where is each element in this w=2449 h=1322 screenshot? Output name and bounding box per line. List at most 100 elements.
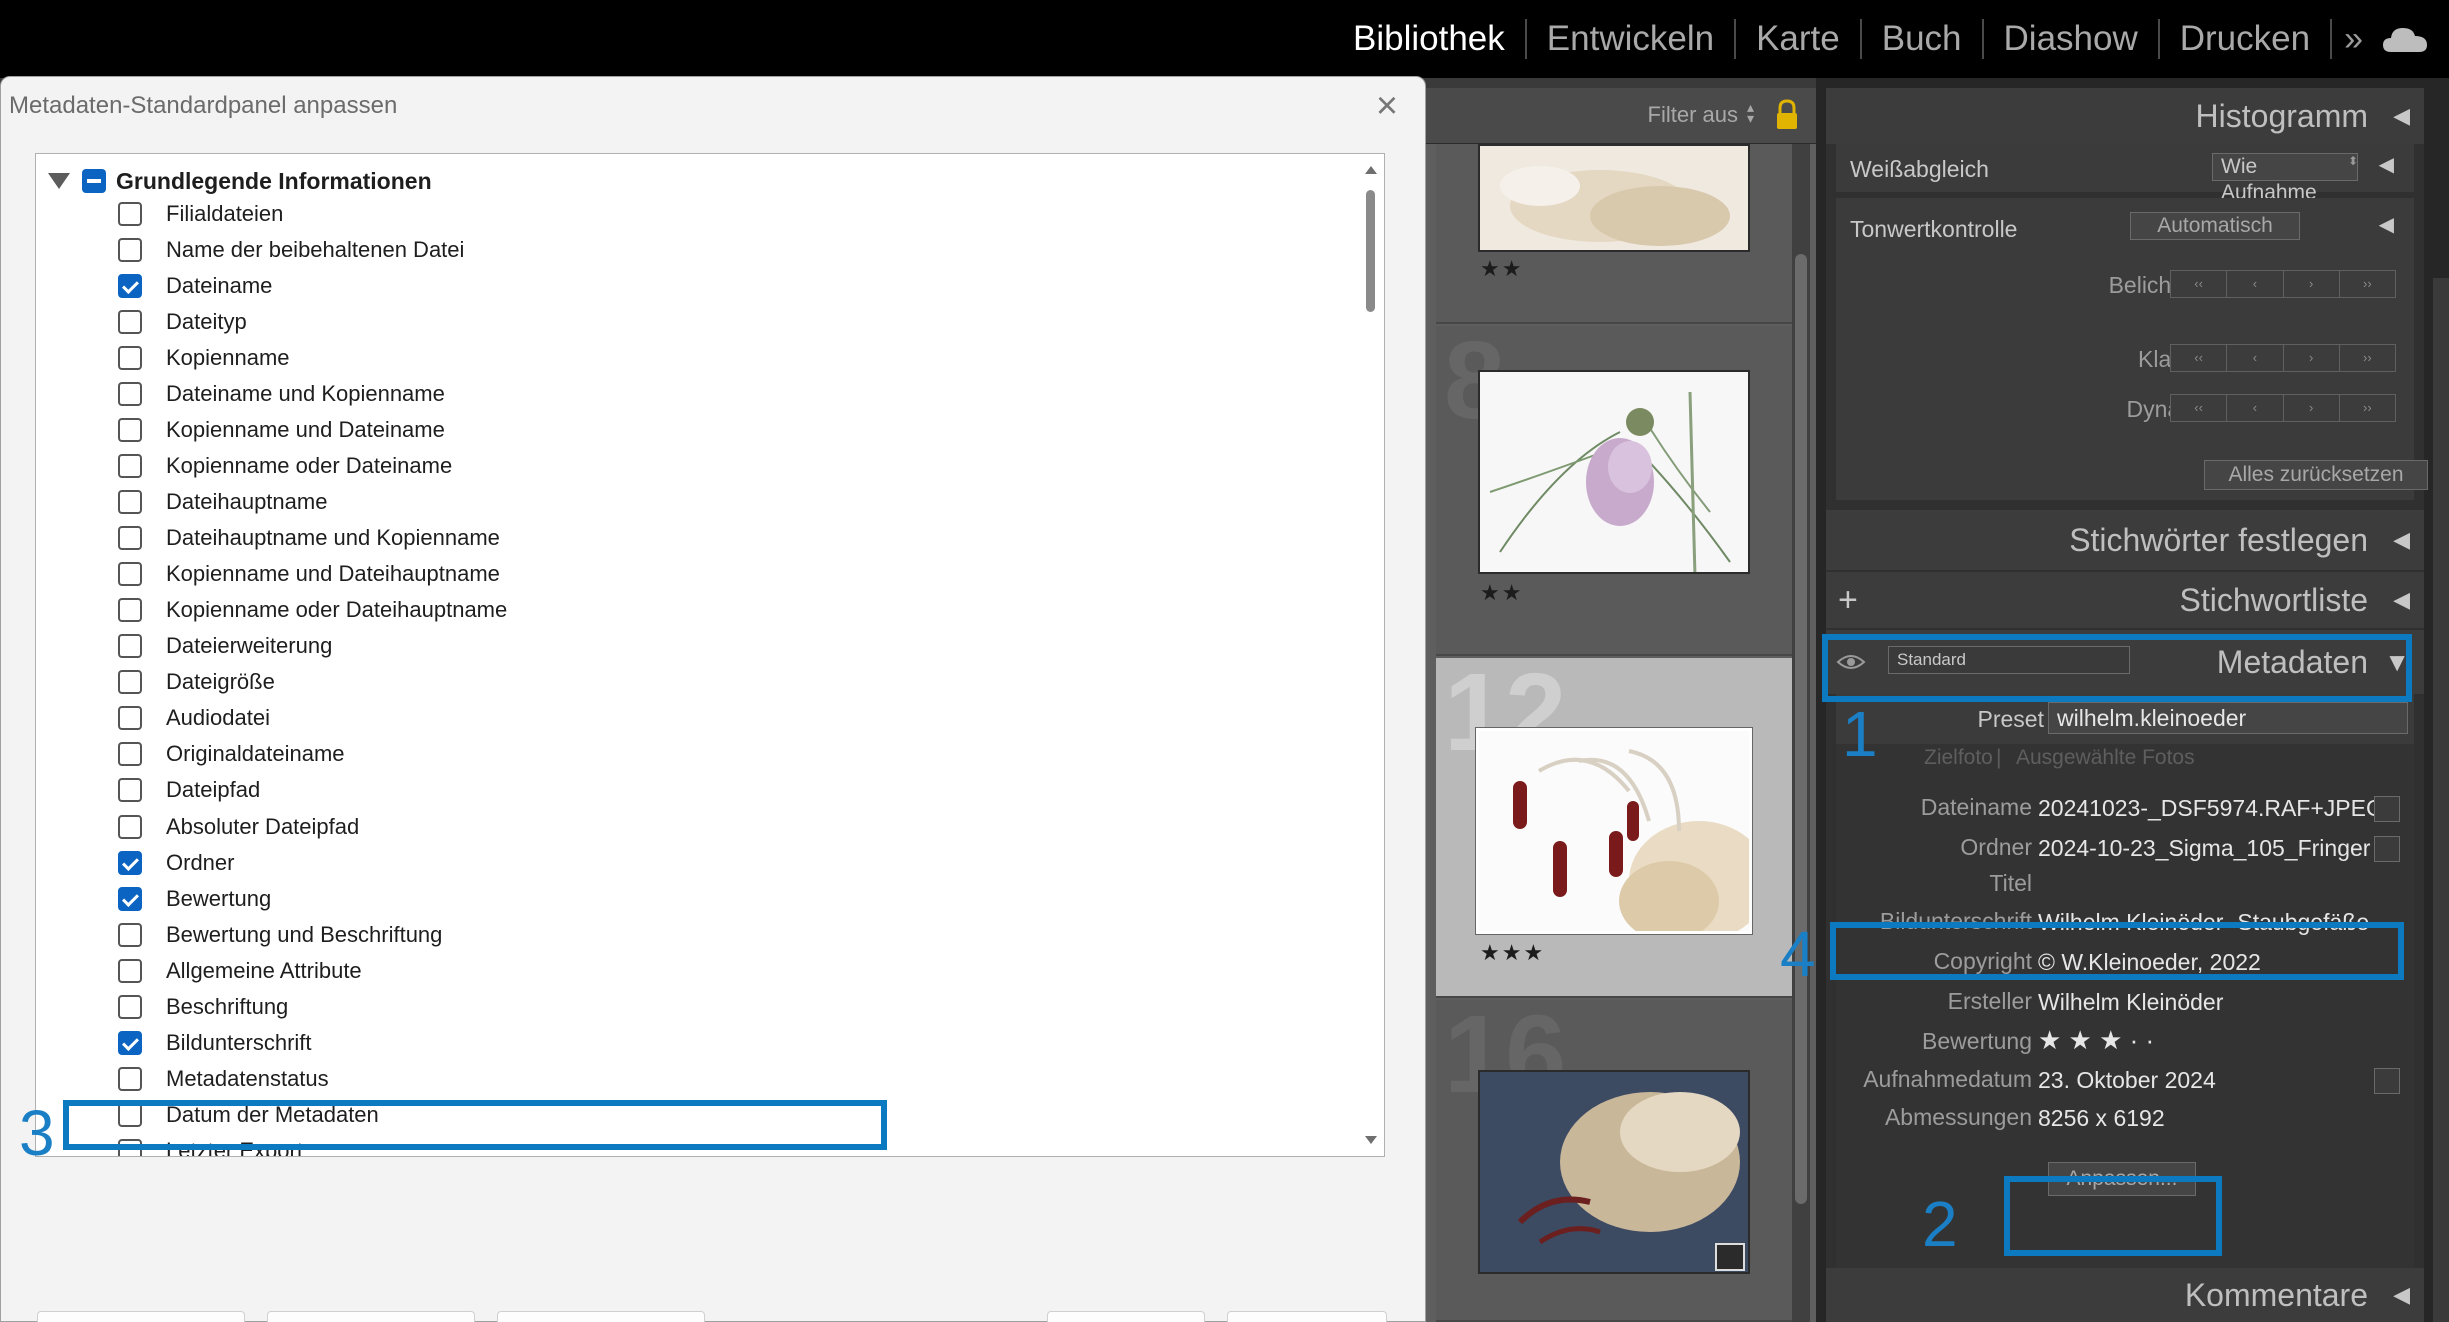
module-book[interactable]: Buch [1862,19,1984,59]
add-keyword-icon[interactable]: + [1838,572,1858,628]
checkbox-unchecked[interactable] [118,562,142,587]
scroll-thumb[interactable] [1366,190,1375,312]
step-up[interactable]: › [2283,345,2340,371]
field-item[interactable]: Name der beibehaltenen Datei [118,232,464,268]
checkbox-unchecked[interactable] [118,922,142,947]
checkbox-unchecked[interactable] [118,418,142,443]
checkbox-unchecked[interactable] [118,706,142,731]
cancel-button[interactable]: Abbr. [1227,1311,1387,1322]
checkbox-checked[interactable] [118,886,142,911]
field-item[interactable]: Beschriftung [118,989,288,1025]
checkbox-unchecked[interactable] [118,346,142,371]
field-rating[interactable]: ★ ★ ★ · · [2032,1024,2394,1056]
step-up-large[interactable]: ›› [2339,395,2395,421]
vibrance-stepper[interactable]: ‹‹ ‹ › ›› [2170,394,2396,422]
done-button[interactable]: Fertig [1047,1311,1205,1322]
group-row[interactable]: Grundlegende Informationen [48,164,432,198]
checkbox-checked[interactable] [118,1030,142,1055]
checkbox-unchecked[interactable] [118,526,142,551]
checkbox-unchecked[interactable] [118,958,142,983]
step-down[interactable]: ‹ [2227,395,2284,421]
thumbnail[interactable] [1478,1070,1750,1274]
close-icon[interactable]: × [1367,85,1407,128]
step-down-large[interactable]: ‹‹ [2171,395,2228,421]
checkbox-checked[interactable] [118,850,142,875]
field-item[interactable]: Kopienname und Dateiname [118,412,445,448]
thumbnail[interactable] [1475,727,1753,935]
go-to-folder-icon[interactable] [2374,836,2400,862]
arrange-button[interactable]: Anordnen [497,1311,705,1322]
field-folder[interactable]: 2024-10-23_Sigma_105_Fringer [2032,832,2394,864]
grid-cell[interactable]: 16 [1436,1000,1792,1322]
filter-select[interactable]: Filter aus [1648,102,1738,128]
list-scrollbar[interactable] [1358,154,1384,1156]
checkbox-unchecked[interactable] [118,814,142,839]
step-up[interactable]: › [2283,271,2340,297]
grid-cell-selected[interactable]: 12 ★★★ [1436,658,1792,998]
field-item[interactable]: Ordner [118,845,234,881]
field-item[interactable]: Originaldateiname [118,736,345,772]
panel-collapse-icon[interactable]: ◀ [2393,510,2410,570]
field-item[interactable]: Bildunterschrift [118,1025,312,1061]
checkbox-unchecked[interactable] [118,994,142,1019]
field-item[interactable]: Dateiname [118,268,272,304]
lock-icon[interactable] [1774,98,1800,132]
step-down[interactable]: ‹ [2227,271,2284,297]
auto-tone-button[interactable]: Automatisch [2130,212,2300,240]
restore-button[interactable]: Wiederherstellen [37,1311,245,1322]
step-up-large[interactable]: ›› [2339,345,2395,371]
grid-cell[interactable]: 8 ★★ [1436,326,1792,656]
preset-select[interactable]: wilhelm.kleinoeder [2048,702,2408,734]
group-checkbox[interactable] [82,169,106,193]
disclosure-triangle-icon[interactable] [48,173,70,189]
checkbox-checked[interactable] [118,274,142,299]
grid-scroll-thumb[interactable] [1795,254,1807,1204]
target-photo-tab[interactable]: Zielfoto [1924,746,1993,770]
field-item[interactable]: Kopienname und Dateihauptname [118,556,500,592]
grid-scrollbar[interactable] [1792,144,1810,1322]
step-up[interactable]: › [2283,395,2340,421]
step-down-large[interactable]: ‹‹ [2171,345,2228,371]
field-item[interactable]: Dateierweiterung [118,628,332,664]
field-item[interactable]: Dateipfad [118,772,260,808]
panel-collapse-icon[interactable]: ◀ [2393,572,2410,628]
selected-photos-tab[interactable]: Ausgewählte Fotos [2016,746,2195,770]
field-filename[interactable]: 20241023-_DSF5974.RAF+JPEG [2032,792,2394,824]
step-up-large[interactable]: ›› [2339,271,2395,297]
field-item[interactable]: Dateityp [118,304,247,340]
white-balance-select[interactable]: Wie Aufnahme [2212,153,2358,204]
field-item[interactable]: Allgemeine Attribute [118,953,362,989]
checkbox-unchecked[interactable] [118,310,142,335]
module-library[interactable]: Bibliothek [1333,19,1527,59]
thumbnail[interactable] [1478,370,1750,574]
keyword-list-header[interactable]: + Stichwortliste ◀ [1826,572,2424,628]
keywording-header[interactable]: Stichwörter festlegen ◀ [1826,510,2424,570]
field-item[interactable]: Dateihauptname und Kopienname [118,520,500,556]
checkbox-unchecked[interactable] [118,454,142,479]
field-item[interactable]: Kopienname oder Dateihauptname [118,592,507,628]
checkbox-unchecked[interactable] [118,670,142,695]
checkbox-unchecked[interactable] [118,202,142,226]
field-item[interactable]: Kopienname [118,340,290,376]
panel-collapse-icon[interactable]: ◀ [2393,1268,2410,1322]
select-none-button[interactable]: Nichts auswählen [267,1311,475,1322]
step-down-large[interactable]: ‹‹ [2171,271,2228,297]
more-modules-icon[interactable]: » [2332,20,2375,59]
field-title[interactable] [2032,870,2394,896]
scroll-up-icon[interactable] [1365,166,1377,174]
scroll-down-icon[interactable] [1365,1136,1377,1144]
checkbox-unchecked[interactable] [118,778,142,803]
checkbox-unchecked[interactable] [118,238,142,263]
field-item[interactable]: Metadatenstatus [118,1061,329,1097]
module-develop[interactable]: Entwickeln [1527,19,1737,59]
checkbox-unchecked[interactable] [118,382,142,407]
step-down[interactable]: ‹ [2227,345,2284,371]
checkbox-unchecked[interactable] [118,634,142,659]
tone-disclosure-icon[interactable]: ◀ [2379,212,2394,237]
right-panel-scrollbar[interactable] [2433,278,2449,1322]
checkbox-unchecked[interactable] [118,1066,142,1091]
field-item[interactable]: Filialdateien [118,196,283,232]
wb-disclosure-icon[interactable]: ◀ [2379,152,2394,177]
field-item[interactable]: Bewertung und Beschriftung [118,917,442,953]
reset-all-button[interactable]: Alles zurücksetzen [2204,460,2428,490]
